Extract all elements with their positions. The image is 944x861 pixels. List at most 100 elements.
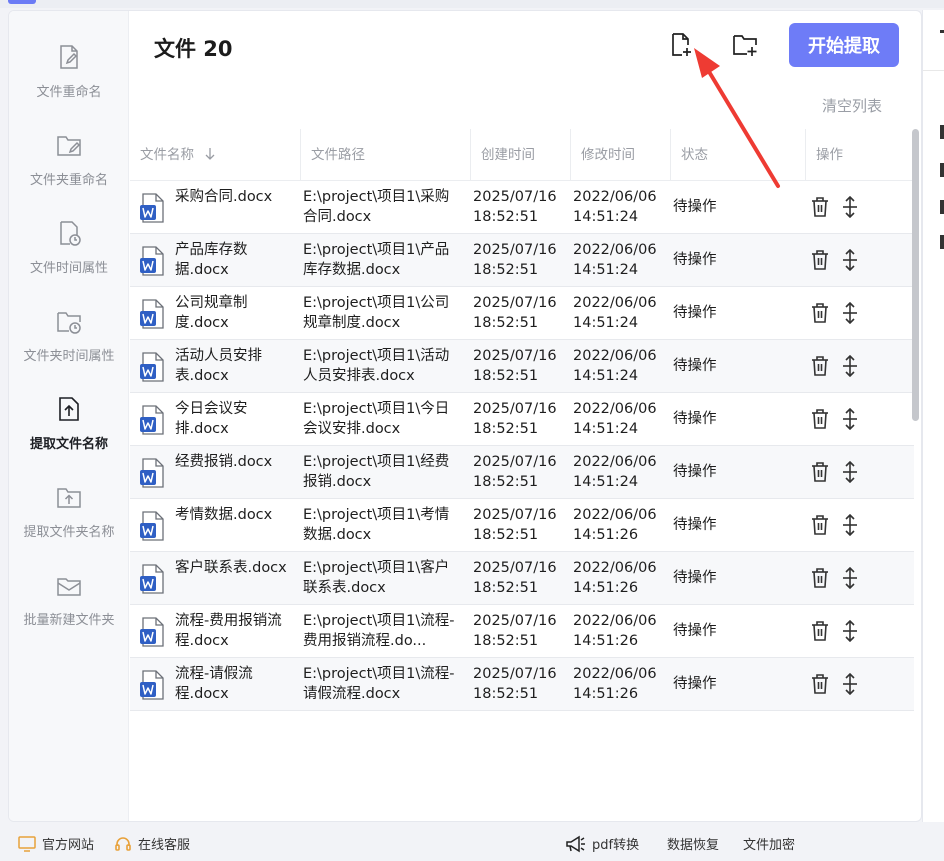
file-name-cell: 考情数据.docx — [175, 507, 273, 523]
trash-icon[interactable] — [810, 673, 830, 695]
sidebar-item-folder-time[interactable]: 文件夹时间属性 — [9, 305, 129, 385]
trash-icon[interactable] — [810, 249, 830, 271]
table-row[interactable]: 活动人员安排表.docx E:\project\项目1\活动人员安排表.docx… — [130, 340, 914, 393]
file-path-cell: E:\project\项目1\今日会议安排.docx — [303, 401, 450, 437]
sidebar-item-label: 文件夹时间属性 — [23, 349, 115, 364]
table-row[interactable]: 客户联系表.docx E:\project\项目1\客户联系表.docx 202… — [130, 552, 914, 605]
drag-handle-icon[interactable] — [840, 408, 860, 430]
main-panel: 文件 20 开始提取 清空列表 文件名称 文件路径 创建时间 修改时间 状态 操… — [130, 11, 921, 821]
table-row[interactable]: 流程-请假流程.docx E:\project\项目1\流程-请假流程.docx… — [130, 658, 914, 711]
drag-handle-icon[interactable] — [840, 249, 860, 271]
column-header-created: 创建时间 — [470, 129, 570, 181]
file-path-cell: E:\project\项目1\公司规章制度.docx — [303, 295, 450, 331]
arrow-down-icon — [205, 148, 215, 160]
folder-clock-icon — [57, 312, 81, 334]
scrollbar — [912, 129, 920, 821]
modified-time-cell: 2022/06/06 14:51:24 — [573, 189, 657, 225]
table-row[interactable]: 产品库存数据.docx E:\project\项目1\产品库存数据.docx 2… — [130, 234, 914, 287]
word-doc-icon — [140, 299, 164, 329]
edge-glyph — [940, 235, 944, 249]
status-cell: 待操作 — [673, 411, 717, 427]
column-header-status: 状态 — [670, 129, 805, 181]
file-path-cell: E:\project\项目1\流程-请假流程.docx — [303, 666, 455, 702]
folder-upload-icon — [57, 488, 81, 508]
table-row[interactable]: 流程-费用报销流程.docx E:\project\项目1\流程-费用报销流程.… — [130, 605, 914, 658]
official-website-link[interactable]: 官方网站 — [18, 834, 94, 853]
drag-handle-icon[interactable] — [840, 196, 860, 218]
status-cell: 待操作 — [673, 570, 717, 586]
trash-icon[interactable] — [810, 567, 830, 589]
status-cell: 待操作 — [673, 252, 717, 268]
file-name-cell: 采购合同.docx — [175, 189, 273, 205]
drag-handle-icon[interactable] — [840, 461, 860, 483]
drag-handle-icon[interactable] — [840, 620, 860, 642]
file-name-cell: 流程-请假流程.docx — [175, 666, 253, 702]
trash-icon[interactable] — [810, 355, 830, 377]
column-header-actions: 操作 — [805, 129, 914, 181]
modified-time-cell: 2022/06/06 14:51:24 — [573, 348, 657, 384]
status-cell: 待操作 — [673, 623, 717, 639]
status-cell: 待操作 — [673, 517, 717, 533]
created-time-cell: 2025/07/16 18:52:51 — [473, 454, 557, 490]
file-encrypt-link[interactable]: 文件加密 — [743, 834, 795, 853]
headset-icon — [115, 836, 131, 851]
trash-icon[interactable] — [810, 461, 830, 483]
drag-handle-icon[interactable] — [840, 355, 860, 377]
column-header-name[interactable]: 文件名称 — [130, 129, 300, 181]
window-top-strip — [0, 0, 944, 8]
trash-icon[interactable] — [810, 196, 830, 218]
sidebar-item-label: 文件重命名 — [36, 85, 102, 100]
word-doc-icon — [140, 405, 164, 435]
table-row[interactable]: 今日会议安排.docx E:\project\项目1\今日会议安排.docx 2… — [130, 393, 914, 446]
edge-glyph — [940, 125, 944, 139]
trash-icon[interactable] — [810, 514, 830, 536]
edge-glyph — [940, 163, 944, 177]
window-tab-indicator — [8, 0, 36, 4]
sidebar-item-batch-create-folder[interactable]: 批量新建文件夹 — [9, 569, 129, 649]
table-row[interactable]: 经费报销.docx E:\project\项目1\经费报销.docx 2025/… — [130, 446, 914, 499]
scrollbar-thumb[interactable] — [912, 129, 919, 421]
drag-handle-icon[interactable] — [840, 673, 860, 695]
word-doc-icon — [140, 193, 164, 223]
sidebar-item-extract-folder-name[interactable]: 提取文件夹名称 — [9, 481, 129, 561]
modified-time-cell: 2022/06/06 14:51:26 — [573, 666, 657, 702]
table-row[interactable]: 考情数据.docx E:\project\项目1\考情数据.docx 2025/… — [130, 499, 914, 552]
drag-handle-icon[interactable] — [840, 514, 860, 536]
sidebar-item-label: 提取文件夹名称 — [23, 525, 115, 540]
word-doc-icon — [140, 511, 164, 541]
sidebar-item-label: 批量新建文件夹 — [23, 613, 115, 628]
sidebar-item-file-time[interactable]: 文件时间属性 — [9, 217, 129, 297]
pdf-convert-link[interactable]: pdf转换 — [564, 834, 639, 853]
column-header-path: 文件路径 — [300, 129, 470, 181]
file-name-cell: 产品库存数据.docx — [175, 242, 248, 278]
online-support-link[interactable]: 在线客服 — [114, 834, 190, 853]
table-row[interactable]: 采购合同.docx E:\project\项目1\采购合同.docx 2025/… — [130, 181, 914, 234]
modified-time-cell: 2022/06/06 14:51:24 — [573, 454, 657, 490]
trash-icon[interactable] — [810, 302, 830, 324]
sidebar-item-label: 文件夹重命名 — [29, 173, 108, 188]
created-time-cell: 2025/07/16 18:52:51 — [473, 560, 557, 596]
modified-time-cell: 2022/06/06 14:51:24 — [573, 242, 657, 278]
footer-bar: 官方网站 在线客服 pdf转换 数据恢复 文件加密 — [0, 824, 944, 861]
folder-plus-icon[interactable] — [731, 31, 759, 59]
file-name-cell: 活动人员安排表.docx — [175, 348, 262, 384]
word-doc-icon — [140, 617, 164, 647]
file-path-cell: E:\project\项目1\考情数据.docx — [303, 507, 450, 543]
trash-icon[interactable] — [810, 408, 830, 430]
sidebar-item-extract-file-name[interactable]: 提取文件名称 — [9, 393, 129, 473]
data-recovery-link[interactable]: 数据恢复 — [667, 834, 719, 853]
sidebar-item-folder-rename[interactable]: 文件夹重命名 — [9, 129, 129, 209]
drag-handle-icon[interactable] — [840, 567, 860, 589]
file-name-cell: 经费报销.docx — [175, 454, 273, 470]
drag-handle-icon[interactable] — [840, 302, 860, 324]
status-cell: 待操作 — [673, 358, 717, 374]
trash-icon[interactable] — [810, 620, 830, 642]
file-clock-icon — [60, 221, 81, 246]
file-plus-icon[interactable] — [667, 31, 695, 59]
edge-separator — [923, 70, 944, 71]
created-time-cell: 2025/07/16 18:52:51 — [473, 613, 557, 649]
start-extract-button[interactable]: 开始提取 — [789, 23, 899, 67]
clear-list-button[interactable]: 清空列表 — [822, 95, 882, 116]
table-row[interactable]: 公司规章制度.docx E:\project\项目1\公司规章制度.docx 2… — [130, 287, 914, 340]
sidebar-item-file-rename[interactable]: 文件重命名 — [9, 41, 129, 121]
